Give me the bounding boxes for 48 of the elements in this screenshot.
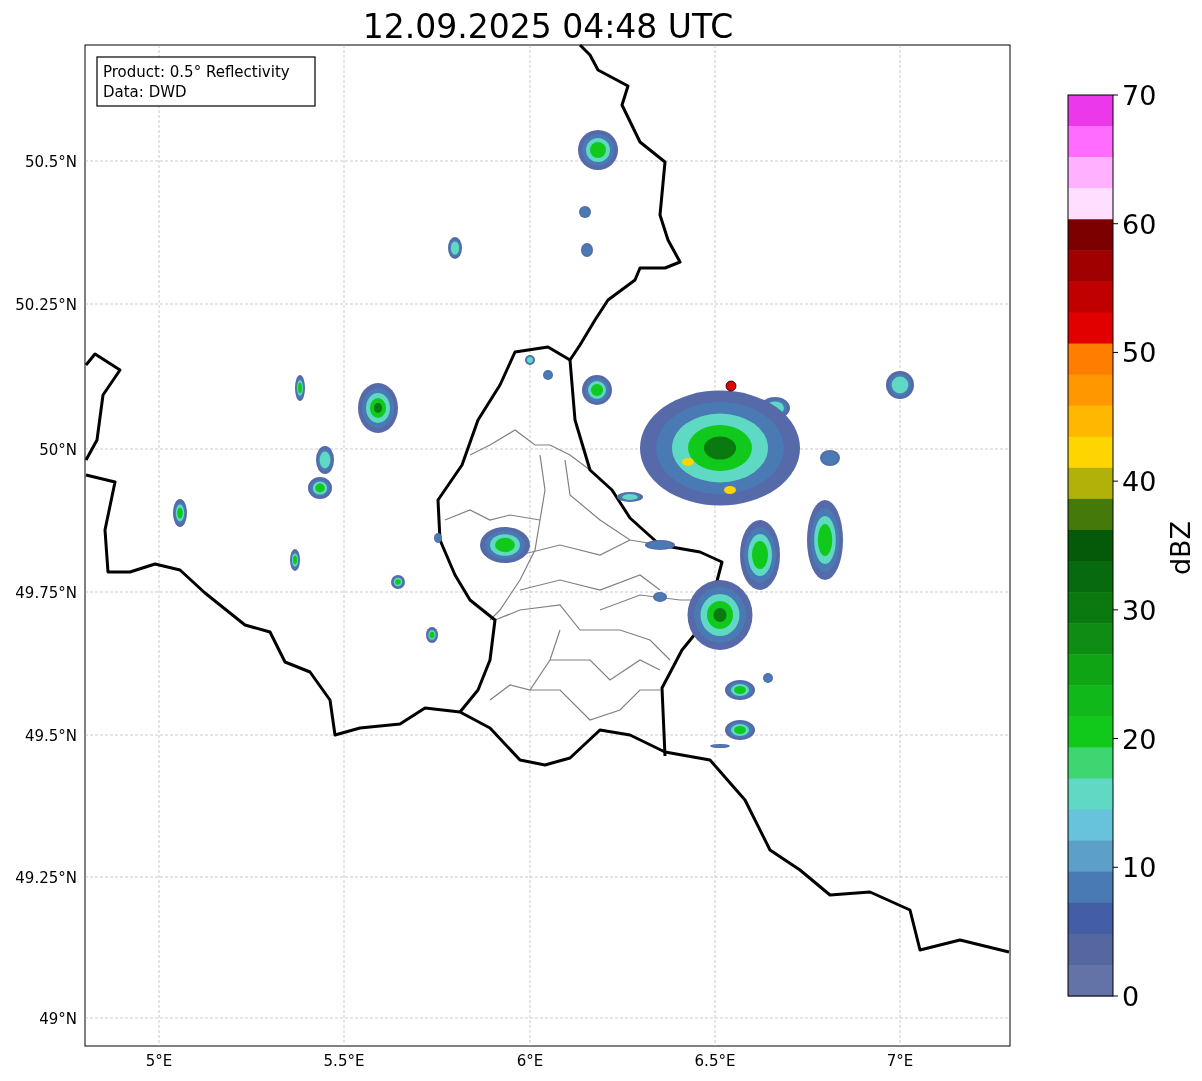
colorbar-tick-label: 20 bbox=[1122, 723, 1157, 755]
longitude-tick-label: 6°E bbox=[516, 1052, 544, 1070]
colorbar-label: dBZ bbox=[1165, 520, 1196, 576]
radar-echo bbox=[820, 450, 840, 466]
radar-echo bbox=[391, 575, 405, 589]
colorbar-tick-label: 50 bbox=[1122, 337, 1157, 369]
radar-echo bbox=[316, 446, 334, 474]
radar-echo bbox=[710, 744, 730, 748]
radar-echo bbox=[578, 130, 618, 170]
radar-echo bbox=[290, 549, 300, 571]
latitude-tick-label: 49.5°N bbox=[24, 727, 77, 745]
colorbar-tick-label: 70 bbox=[1122, 80, 1157, 111]
latitude-tick-label: 49.25°N bbox=[15, 869, 77, 887]
latitude-tick-label: 50.5°N bbox=[24, 153, 77, 171]
latitude-tick-label: 50.25°N bbox=[15, 296, 77, 314]
radar-echo bbox=[426, 627, 438, 643]
colorbar-tick-label: 30 bbox=[1122, 594, 1157, 626]
latitude-tick-label: 50°N bbox=[39, 441, 77, 459]
longitude-tick-label: 5.5°E bbox=[323, 1052, 365, 1070]
radar-echo bbox=[480, 527, 530, 563]
radar-echo bbox=[448, 237, 462, 259]
radar-echo bbox=[645, 540, 675, 550]
colorbar-tick-label: 40 bbox=[1122, 466, 1157, 498]
latitude-tick-label: 49°N bbox=[39, 1010, 77, 1028]
legend-text: Product: 0.5° Reflectivity bbox=[103, 63, 290, 81]
radar-echo bbox=[308, 477, 332, 499]
radar-echo bbox=[581, 243, 593, 257]
longitude-tick-label: 5°E bbox=[145, 1052, 173, 1070]
radar-echo bbox=[653, 592, 667, 602]
radar-echo bbox=[173, 499, 187, 527]
radar-echo bbox=[579, 206, 591, 218]
radar-echo bbox=[886, 371, 914, 399]
radar-echo bbox=[763, 673, 773, 683]
colorbar-tick-label: 60 bbox=[1122, 208, 1157, 240]
latitude-tick-label: 49.75°N bbox=[15, 584, 77, 602]
longitude-tick-label: 6.5°E bbox=[694, 1052, 736, 1070]
radar-echo bbox=[434, 533, 442, 543]
colorbar-tick-label: 10 bbox=[1122, 852, 1157, 884]
radar-site-marker bbox=[725, 380, 737, 392]
longitude-tick-label: 7°E bbox=[886, 1052, 914, 1070]
radar-echo bbox=[295, 375, 305, 401]
legend-text: Data: DWD bbox=[103, 83, 187, 101]
radar-echo bbox=[725, 720, 755, 740]
radar-echo bbox=[358, 383, 398, 433]
colorbar-tick-label: 0 bbox=[1122, 981, 1140, 1012]
radar-echo bbox=[725, 680, 755, 700]
radar-echo bbox=[582, 375, 612, 405]
chart-title: 12.09.2025 04:48 UTC bbox=[362, 7, 734, 46]
